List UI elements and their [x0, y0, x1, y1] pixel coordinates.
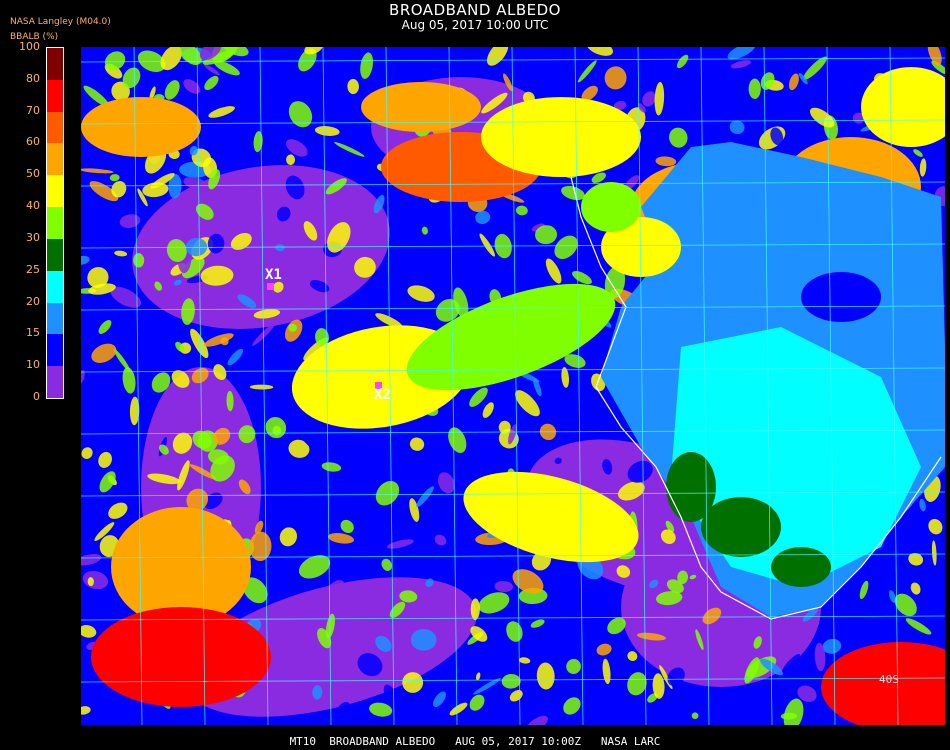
colorbar-tick-label: 80: [26, 71, 40, 85]
albedo-region: [666, 452, 716, 522]
colorbar-tick-label: 100: [19, 40, 40, 53]
footer-caption: MT10 BROADBAND ALBEDO AUG 05, 2017 10:00…: [289, 735, 661, 748]
colorbar-bin: [47, 302, 63, 335]
albedo-map-svg: [81, 47, 945, 725]
albedo-region: [748, 78, 761, 99]
colorbar-tick-label: 25: [26, 262, 40, 276]
site-x1-label: X1: [265, 267, 282, 283]
albedo-region: [402, 672, 424, 693]
colorbar-tick-label: 50: [26, 167, 40, 181]
albedo-region: [481, 97, 641, 177]
colorbar-tick-label: 15: [26, 326, 40, 340]
colorbar-bin: [47, 143, 63, 176]
colorbar-bin: [47, 111, 63, 144]
albedo-region: [81, 97, 201, 157]
colorbar: [46, 47, 64, 399]
albedo-region: [361, 82, 481, 132]
colorbar-tick-label: 20: [26, 294, 40, 308]
grid-label-40s: 40S: [879, 673, 899, 686]
site-x1-marker: [267, 283, 274, 290]
colorbar-bin: [47, 238, 63, 272]
colorbar-bin: [47, 334, 63, 367]
source-label: NASA Langley (M04.0): [10, 17, 111, 27]
colorbar-tick-label: 60: [26, 135, 40, 149]
albedo-region: [771, 547, 831, 587]
albedo-region: [581, 182, 641, 232]
map-title: BROADBAND ALBEDO: [389, 1, 561, 19]
colorbar-bin: [47, 366, 63, 399]
albedo-region: [801, 272, 881, 322]
albedo-map: X1 X2 40S: [81, 47, 945, 725]
colorbar-tick-label: 70: [26, 103, 40, 117]
colorbar-tick-label: 40: [26, 199, 40, 213]
albedo-region: [701, 497, 781, 557]
map-subtitle: Aug 05, 2017 10:00 UTC: [401, 18, 549, 32]
colorbar-bin: [47, 48, 63, 81]
colorbar-bin: [47, 79, 63, 113]
colorbar-bin: [47, 207, 63, 240]
colorbar-tick-label: 30: [26, 230, 40, 244]
site-x2-label: X2: [374, 387, 391, 403]
colorbar-tick-label: 0: [33, 390, 40, 403]
colorbar-bin: [47, 270, 63, 304]
albedo-region: [91, 607, 271, 707]
colorbar-tick-label: 10: [26, 358, 40, 372]
colorbar-bin: [47, 175, 63, 208]
albedo-region: [275, 244, 285, 252]
